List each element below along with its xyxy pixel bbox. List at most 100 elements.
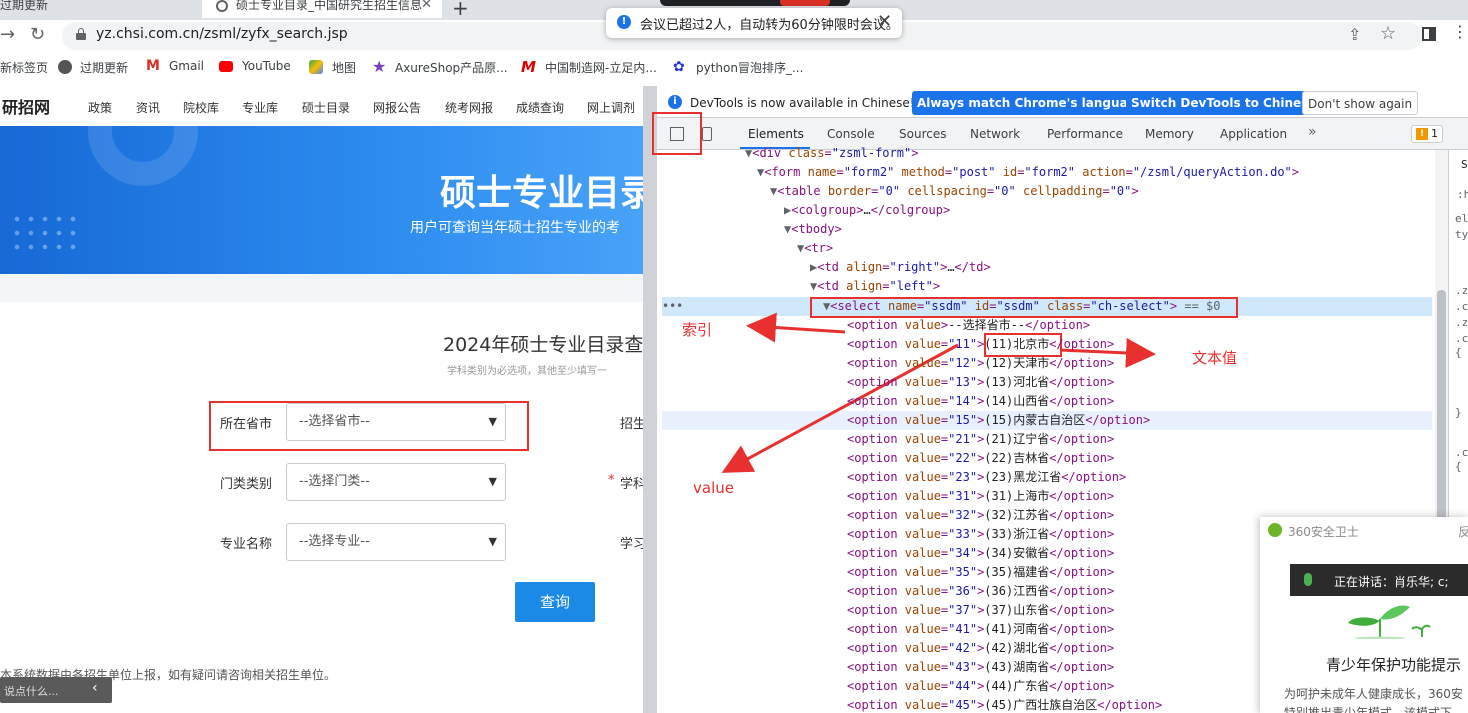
tab-network[interactable]: Network (970, 127, 1020, 141)
star-icon: ★ (372, 57, 387, 76)
new-tab-button[interactable]: + (452, 0, 469, 20)
tab-application[interactable]: Application (1220, 127, 1287, 141)
option-dom-node[interactable]: <option value="11">(11)北京市</option> (847, 335, 1114, 354)
dom-node[interactable]: ▼<td align="left"> (810, 277, 940, 296)
option-dom-node[interactable]: <option value="35">(35)福建省</option> (847, 563, 1114, 582)
bookmark-favicon-icon (58, 60, 72, 74)
option-dom-node[interactable]: <option value="32">(32)江苏省</option> (847, 506, 1114, 525)
option-text: (33)浙江省 (984, 527, 1050, 541)
option-dom-node[interactable]: <option value="43">(43)湖南省</option> (847, 658, 1114, 677)
dom-node[interactable]: ▼<table border="0" cellspacing="0" cellp… (770, 182, 1139, 201)
option-dom-node[interactable]: <option value="42">(42)湖北省</option> (847, 639, 1114, 658)
tab-favicon-icon (216, 0, 228, 12)
nav-schools[interactable]: 院校库 (183, 99, 219, 116)
nav-exam-registration[interactable]: 统考网报 (445, 99, 493, 116)
option-dom-node[interactable]: <option value="23">(23)黑龙江省</option> (847, 468, 1126, 487)
site-logo[interactable]: 研招网 (2, 94, 50, 118)
bookmark-gmail[interactable]: Gmail (169, 59, 204, 73)
dont-show-again-button[interactable]: Don't show again (1302, 91, 1419, 115)
baidu-paw-icon: ✿ (673, 59, 685, 75)
bookmark-maps[interactable]: 地图 (332, 59, 356, 76)
bookmark-expired-update[interactable]: 过期更新 (80, 59, 128, 76)
issues-badge[interactable]: ! 1 (1411, 125, 1443, 143)
device-toolbar-icon[interactable] (702, 127, 712, 141)
option-dom-node[interactable]: <option value="37">(37)山东省</option> (847, 601, 1114, 620)
browser-menu-icon[interactable]: ⋮ (1452, 22, 1468, 41)
option-dom-node[interactable]: <option value="22">(22)吉林省</option> (847, 449, 1114, 468)
more-tabs-icon[interactable]: » (1308, 124, 1317, 140)
tab-memory[interactable]: Memory (1145, 127, 1194, 141)
category-select[interactable]: --选择门类-- ▼ (286, 463, 506, 501)
tab-title: 过期更新 (0, 0, 49, 12)
tab-performance[interactable]: Performance (1047, 127, 1123, 141)
option-dom-node[interactable]: <option value="36">(36)江西省</option> (847, 582, 1114, 601)
option-dom-node[interactable]: <option value="45">(45)广西壮族自治区</option> (847, 696, 1162, 713)
always-match-language-button[interactable]: Always match Chrome's language (912, 91, 1150, 115)
microphone-icon (1304, 573, 1312, 586)
bookmark-made-in-china[interactable]: 中国制造网-立足内... (545, 59, 657, 76)
nav-registration-notice[interactable]: 网报公告 (373, 99, 421, 116)
option-dom-node[interactable]: <option value="14">(14)山西省</option> (847, 392, 1114, 411)
side-panel-icon[interactable] (1422, 27, 1436, 41)
close-icon[interactable]: ✕ (877, 11, 892, 32)
dom-node[interactable]: ▼<div class="zsml-form"> (745, 144, 918, 163)
bookmark-python[interactable]: python冒泡排序_... (696, 59, 803, 76)
share-icon[interactable]: ⇪ (1348, 25, 1361, 44)
dom-node[interactable]: ▼<tr> (797, 239, 833, 258)
reload-icon[interactable]: ↻ (30, 24, 45, 45)
bookmark-new-tab[interactable]: 新标签页 (0, 59, 48, 76)
nav-online-adjust[interactable]: 网上调剂 (587, 99, 635, 116)
option-value: "36" (948, 584, 978, 598)
option-dom-node[interactable]: <option value="12">(12)天津市</option> (847, 354, 1114, 373)
switch-to-chinese-button[interactable]: Switch DevTools to Chinese (1126, 91, 1322, 115)
option-dom-node[interactable]: <option value="31">(31)上海市</option> (847, 487, 1114, 506)
sprout-illustration-icon (1348, 605, 1431, 639)
back-arrow-icon[interactable]: → (0, 24, 15, 45)
category-select-value: --选择门类-- (299, 474, 370, 489)
option-dom-node[interactable]: <option value="13">(13)河北省</option> (847, 373, 1114, 392)
dom-node[interactable]: ▶<colgroup>…</colgroup> (784, 201, 950, 220)
query-button[interactable]: 查询 (515, 582, 595, 622)
url-text[interactable]: yz.chsi.com.cn/zsml/zyfx_search.jsp (96, 26, 348, 42)
option-value: "12" (948, 356, 978, 370)
dom-node[interactable]: ▼<tbody> (784, 220, 842, 239)
browser-tab-1[interactable]: 过期更新 (0, 0, 200, 18)
nav-policy[interactable]: 政策 (88, 99, 112, 116)
youtube-icon (219, 61, 233, 72)
collapse-chevron-icon[interactable]: ‹ (92, 680, 98, 696)
lock-icon[interactable] (76, 28, 86, 40)
option-text: (44)广东省 (984, 679, 1050, 693)
option-text: (37)山东省 (984, 603, 1050, 617)
option-text: (35)福建省 (984, 565, 1050, 579)
bookmark-axureshop[interactable]: AxureShop产品原... (395, 59, 508, 76)
option-value: "34" (948, 546, 978, 560)
devtools-resize-handle[interactable] (643, 86, 657, 713)
option-text: (15)内蒙古自治区 (984, 413, 1086, 427)
browser-tab-active[interactable]: 硕士专业目录_中国研究生招生信息 ✕ (202, 0, 442, 18)
option-dom-node[interactable]: <option value="34">(34)安徽省</option> (847, 544, 1114, 563)
bookmark-star-icon[interactable]: ☆ (1380, 23, 1396, 44)
bookmark-youtube[interactable]: YouTube (242, 59, 291, 73)
option-dom-node[interactable]: <option value="21">(21)辽宁省</option> (847, 430, 1114, 449)
close-tab-icon[interactable]: ✕ (421, 0, 432, 16)
dom-node[interactable]: ▶<td align="right">…</td> (810, 258, 991, 277)
option-dom-node[interactable]: <option value>--选择省市--</option> (847, 316, 1090, 335)
option-dom-node[interactable]: <option value="15">(15)内蒙古自治区</option> (847, 411, 1150, 430)
tab-elements[interactable]: Elements (748, 127, 804, 141)
option-value: "14" (948, 394, 978, 408)
tab-console[interactable]: Console (827, 127, 875, 141)
nav-master-catalog[interactable]: 硕士目录 (302, 99, 350, 116)
option-dom-node[interactable]: <option value="33">(33)浙江省</option> (847, 525, 1114, 544)
select-highlight-box (810, 297, 1238, 318)
nav-news[interactable]: 资讯 (136, 99, 160, 116)
nav-score-query[interactable]: 成绩查询 (516, 99, 564, 116)
option-text: (23)黑龙江省 (984, 470, 1062, 484)
option-dom-node[interactable]: <option value="41">(41)河南省</option> (847, 620, 1114, 639)
style-rule: .z (1455, 316, 1468, 329)
dom-node[interactable]: ▼<form name="form2" method="post" id="fo… (757, 163, 1299, 182)
major-select[interactable]: --选择专业-- ▼ (286, 523, 506, 561)
option-dom-node[interactable]: <option value="44">(44)广东省</option> (847, 677, 1114, 696)
tab-sources[interactable]: Sources (899, 127, 946, 141)
nav-majors[interactable]: 专业库 (242, 99, 278, 116)
popup-feedback-link[interactable]: 反 (1458, 523, 1468, 540)
